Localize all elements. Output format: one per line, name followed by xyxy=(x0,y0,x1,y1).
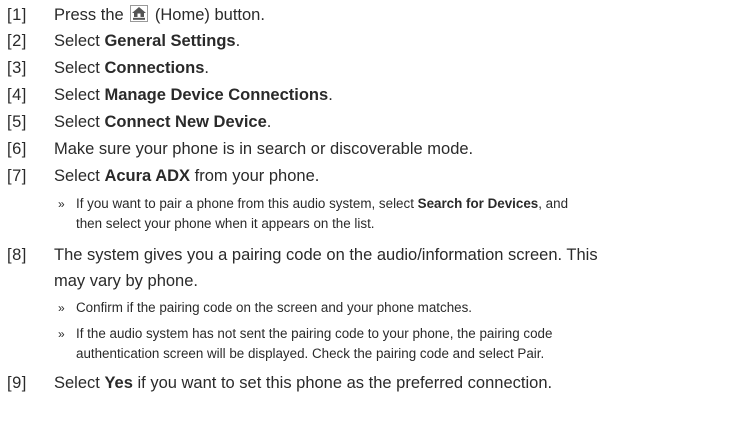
menu-item-name: Connect New Device xyxy=(104,113,267,131)
note-line: If you want to pair a phone from this au… xyxy=(76,196,569,211)
menu-item-name: Connections xyxy=(104,59,205,77)
note-line: then select your phone when it appears o… xyxy=(76,216,375,231)
note-marker: » xyxy=(58,197,65,211)
step-number: [1] xyxy=(7,6,27,24)
step-text: Press the xyxy=(54,6,124,24)
step-text: The system gives you a pairing code on t… xyxy=(54,246,598,264)
step-text: Select xyxy=(54,32,105,50)
step-number: [6] xyxy=(7,140,27,158)
note-marker: » xyxy=(58,301,65,315)
note-line: If the audio system has not sent the pai… xyxy=(76,326,553,341)
step-text: from your phone. xyxy=(190,167,320,185)
step-7: [7] Select Acura ADX from your phone. xyxy=(7,165,319,187)
menu-item-name: Manage Device Connections xyxy=(104,86,329,104)
note-line: Confirm if the pairing code on the scree… xyxy=(76,300,472,315)
step-text: Select xyxy=(54,113,105,131)
menu-item-name: Yes xyxy=(104,374,133,392)
step-text: if you want to set this phone as the pre… xyxy=(132,374,553,392)
home-button-icon xyxy=(130,5,149,22)
step-5: [5] Select Connect New Device. xyxy=(7,111,271,133)
step-text: Select xyxy=(54,374,105,392)
step-text: . xyxy=(235,32,241,50)
step-2: [2] Select General Settings. xyxy=(7,30,240,52)
step-text: Make sure your phone is in search or dis… xyxy=(54,140,474,158)
step-text: (Home) button. xyxy=(154,6,265,24)
step-4: [4] Select Manage Device Connections. xyxy=(7,84,333,106)
step-8-continuation: may vary by phone. xyxy=(54,272,198,290)
step-8: [8] The system gives you a pairing code o… xyxy=(7,244,598,266)
step-number: [5] xyxy=(7,113,27,131)
menu-item-name: General Settings xyxy=(104,32,236,50)
step-text: Select xyxy=(54,167,105,185)
step-number: [4] xyxy=(7,86,27,104)
step-text: Select xyxy=(54,86,105,104)
step-1: [1] Press the (Home) button. xyxy=(7,4,265,26)
note-step-7: » If you want to pair a phone from this … xyxy=(58,194,568,234)
step-number: [7] xyxy=(7,167,27,185)
menu-item-name: Acura ADX xyxy=(104,167,191,185)
step-number: [8] xyxy=(7,246,27,264)
step-text: . xyxy=(328,86,333,104)
instruction-list: [1] Press the (Home) button. [2] Select Ge… xyxy=(0,0,756,428)
step-text: Select xyxy=(54,59,105,77)
step-6: [6] Make sure your phone is in search or … xyxy=(7,138,473,160)
note-step-8-b: » If the audio system has not sent the p… xyxy=(58,324,552,364)
step-9: [9] Select Yes if you want to set this ph… xyxy=(7,372,552,394)
note-step-8-a: » Confirm if the pairing code on the scr… xyxy=(58,298,472,318)
step-number: [3] xyxy=(7,59,27,77)
step-number: [9] xyxy=(7,374,27,392)
step-3: [3] Select Connections. xyxy=(7,57,209,79)
step-text: . xyxy=(204,59,209,77)
note-line: authentication screen will be displayed.… xyxy=(76,346,545,361)
step-text: . xyxy=(266,113,272,131)
note-marker: » xyxy=(58,327,65,341)
step-number: [2] xyxy=(7,32,27,50)
menu-item-name: Search for Devices xyxy=(417,196,539,211)
